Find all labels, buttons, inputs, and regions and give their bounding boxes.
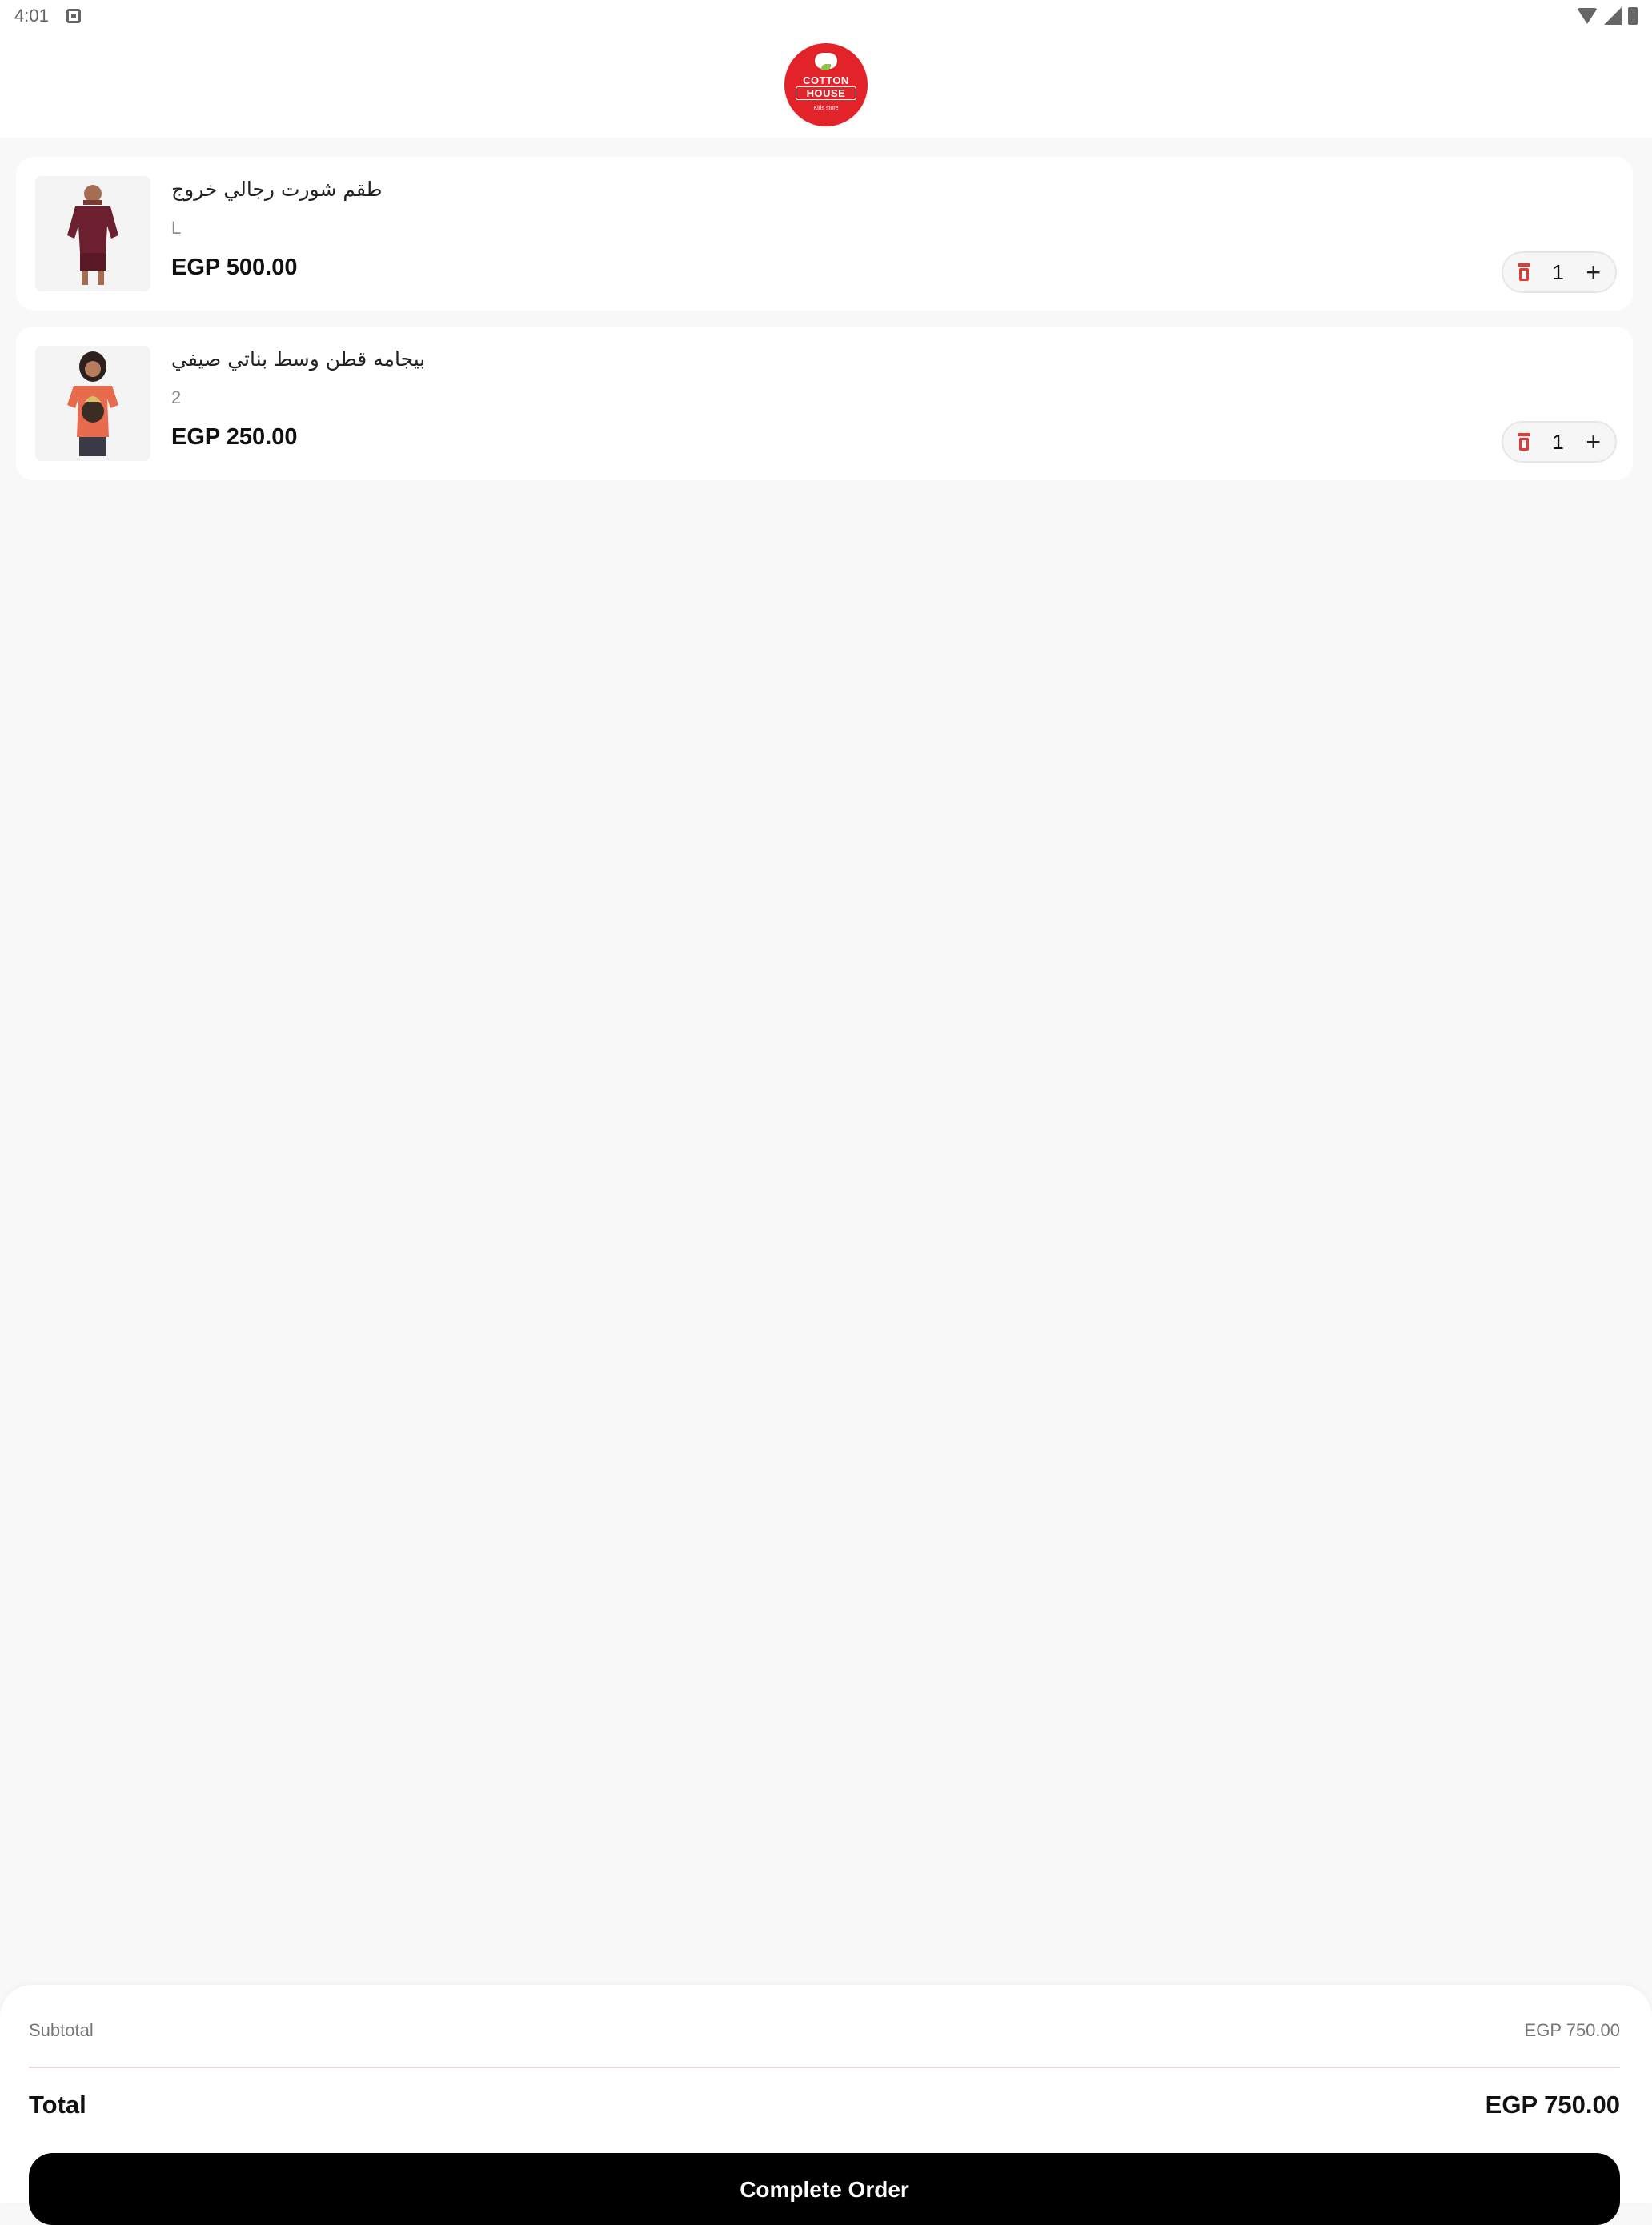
- product-image[interactable]: [35, 346, 150, 461]
- product-price: EGP 250.00: [171, 424, 298, 450]
- total-value: EGP 750.00: [1485, 2091, 1620, 2119]
- status-bar: 4:01: [0, 0, 1652, 32]
- quantity-stepper: 1 +: [1502, 421, 1617, 463]
- product-name: بيجامه قطن وسط بناتي صيفي: [171, 347, 426, 371]
- subtotal-label: Subtotal: [29, 2020, 94, 2040]
- wifi-icon: [1577, 8, 1598, 24]
- cart-list: طقم شورت رجالي خروج L EGP 500.00 1 + بيج…: [16, 157, 1633, 496]
- plus-icon[interactable]: +: [1586, 259, 1601, 285]
- plus-icon[interactable]: +: [1586, 429, 1601, 455]
- app-header: COTTON HOUSE Kids store: [0, 32, 1652, 138]
- cart-item: طقم شورت رجالي خروج L EGP 500.00 1 +: [16, 157, 1633, 311]
- complete-order-button[interactable]: Complete Order: [29, 2153, 1620, 2225]
- order-summary: Subtotal EGP 750.00 Total EGP 750.00 Com…: [0, 1985, 1652, 2225]
- subtotal-row: Subtotal EGP 750.00: [29, 2020, 1620, 2041]
- quantity-value: 1: [1552, 259, 1564, 284]
- signal-icon: [1604, 7, 1622, 25]
- trash-icon[interactable]: [1518, 433, 1530, 451]
- girl-tshirt-image: [35, 346, 150, 461]
- divider: [29, 2067, 1620, 2068]
- product-size: 2: [171, 387, 182, 407]
- trash-icon[interactable]: [1518, 263, 1530, 281]
- notification-icon: [66, 9, 81, 23]
- product-price: EGP 500.00: [171, 255, 298, 280]
- cart-item: بيجامه قطن وسط بناتي صيفي 2 EGP 250.00 1…: [16, 327, 1633, 480]
- product-image[interactable]: [35, 176, 150, 291]
- man-tshirt-image: [35, 176, 150, 291]
- battery-icon: [1628, 7, 1638, 25]
- product-size: L: [171, 218, 182, 238]
- brand-logo: COTTON HOUSE Kids store: [784, 43, 868, 126]
- quantity-stepper: 1 +: [1502, 251, 1617, 293]
- total-label: Total: [29, 2091, 86, 2119]
- status-icons: [1577, 7, 1638, 25]
- product-name: طقم شورت رجالي خروج: [171, 178, 383, 201]
- subtotal-value: EGP 750.00: [1524, 2020, 1620, 2040]
- total-row: Total EGP 750.00: [29, 2091, 1620, 2119]
- quantity-value: 1: [1552, 429, 1564, 454]
- status-time: 4:01: [14, 6, 49, 26]
